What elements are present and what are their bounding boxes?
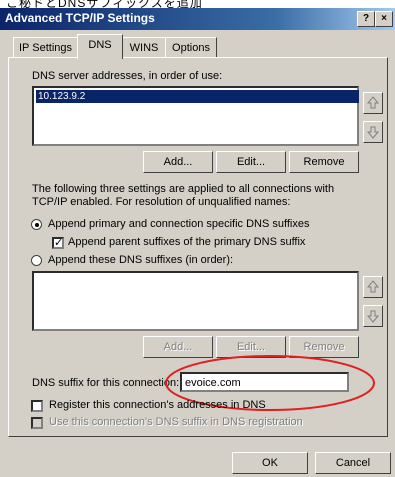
- append-these-radio[interactable]: [31, 255, 42, 266]
- close-button[interactable]: ×: [375, 11, 393, 27]
- tab-ip-settings[interactable]: IP Settings: [13, 37, 78, 58]
- append-parent-label: Append parent suffixes of the primary DN…: [68, 236, 306, 248]
- top-caption-text: こ秘ドとDNSサフィックスを追加: [6, 0, 203, 8]
- dns-suffix-label: DNS suffix for this connection:: [32, 377, 180, 389]
- resolution-description: The following three settings are applied…: [32, 183, 335, 208]
- move-up-button[interactable]: [363, 92, 383, 114]
- move-down-button[interactable]: [363, 121, 383, 143]
- append-these-label: Append these DNS suffixes (in order):: [48, 254, 234, 266]
- dns-server-list[interactable]: 10.123.9.2: [32, 86, 359, 146]
- dns-add-button[interactable]: Add...: [143, 151, 213, 173]
- suffix-up-button[interactable]: [363, 276, 383, 298]
- arrow-up-icon: [366, 280, 380, 293]
- append-parent-checkbox[interactable]: ✓: [52, 237, 64, 249]
- help-button[interactable]: ?: [357, 11, 375, 27]
- dns-suffix-list[interactable]: [32, 271, 359, 331]
- tab-wins[interactable]: WINS: [122, 37, 166, 58]
- ok-button[interactable]: OK: [232, 452, 308, 474]
- use-suffix-checkbox[interactable]: [31, 417, 43, 429]
- append-primary-radio[interactable]: [31, 219, 42, 230]
- dns-edit-button[interactable]: Edit...: [216, 151, 286, 173]
- register-checkbox[interactable]: [31, 400, 43, 412]
- register-label: Register this connection's addresses in …: [49, 399, 266, 411]
- arrow-up-icon: [366, 96, 380, 109]
- dns-remove-button[interactable]: Remove: [289, 151, 359, 173]
- cancel-button[interactable]: Cancel: [315, 452, 391, 474]
- append-primary-label: Append primary and connection specific D…: [48, 218, 310, 230]
- close-icon: ×: [381, 13, 387, 24]
- tab-dns[interactable]: DNS: [77, 34, 123, 59]
- window-title: Advanced TCP/IP Settings: [5, 11, 155, 25]
- top-caption-strip: こ秘ドとDNSサフィックスを追加: [0, 0, 395, 8]
- use-suffix-label: Use this connection's DNS suffix in DNS …: [49, 416, 303, 428]
- suffix-down-button[interactable]: [363, 305, 383, 327]
- arrow-down-icon: [366, 126, 380, 139]
- dns-server-item[interactable]: 10.123.9.2: [36, 90, 359, 103]
- arrow-down-icon: [366, 310, 380, 323]
- dns-servers-label: DNS server addresses, in order of use:: [32, 70, 223, 82]
- tab-options[interactable]: Options: [165, 37, 217, 58]
